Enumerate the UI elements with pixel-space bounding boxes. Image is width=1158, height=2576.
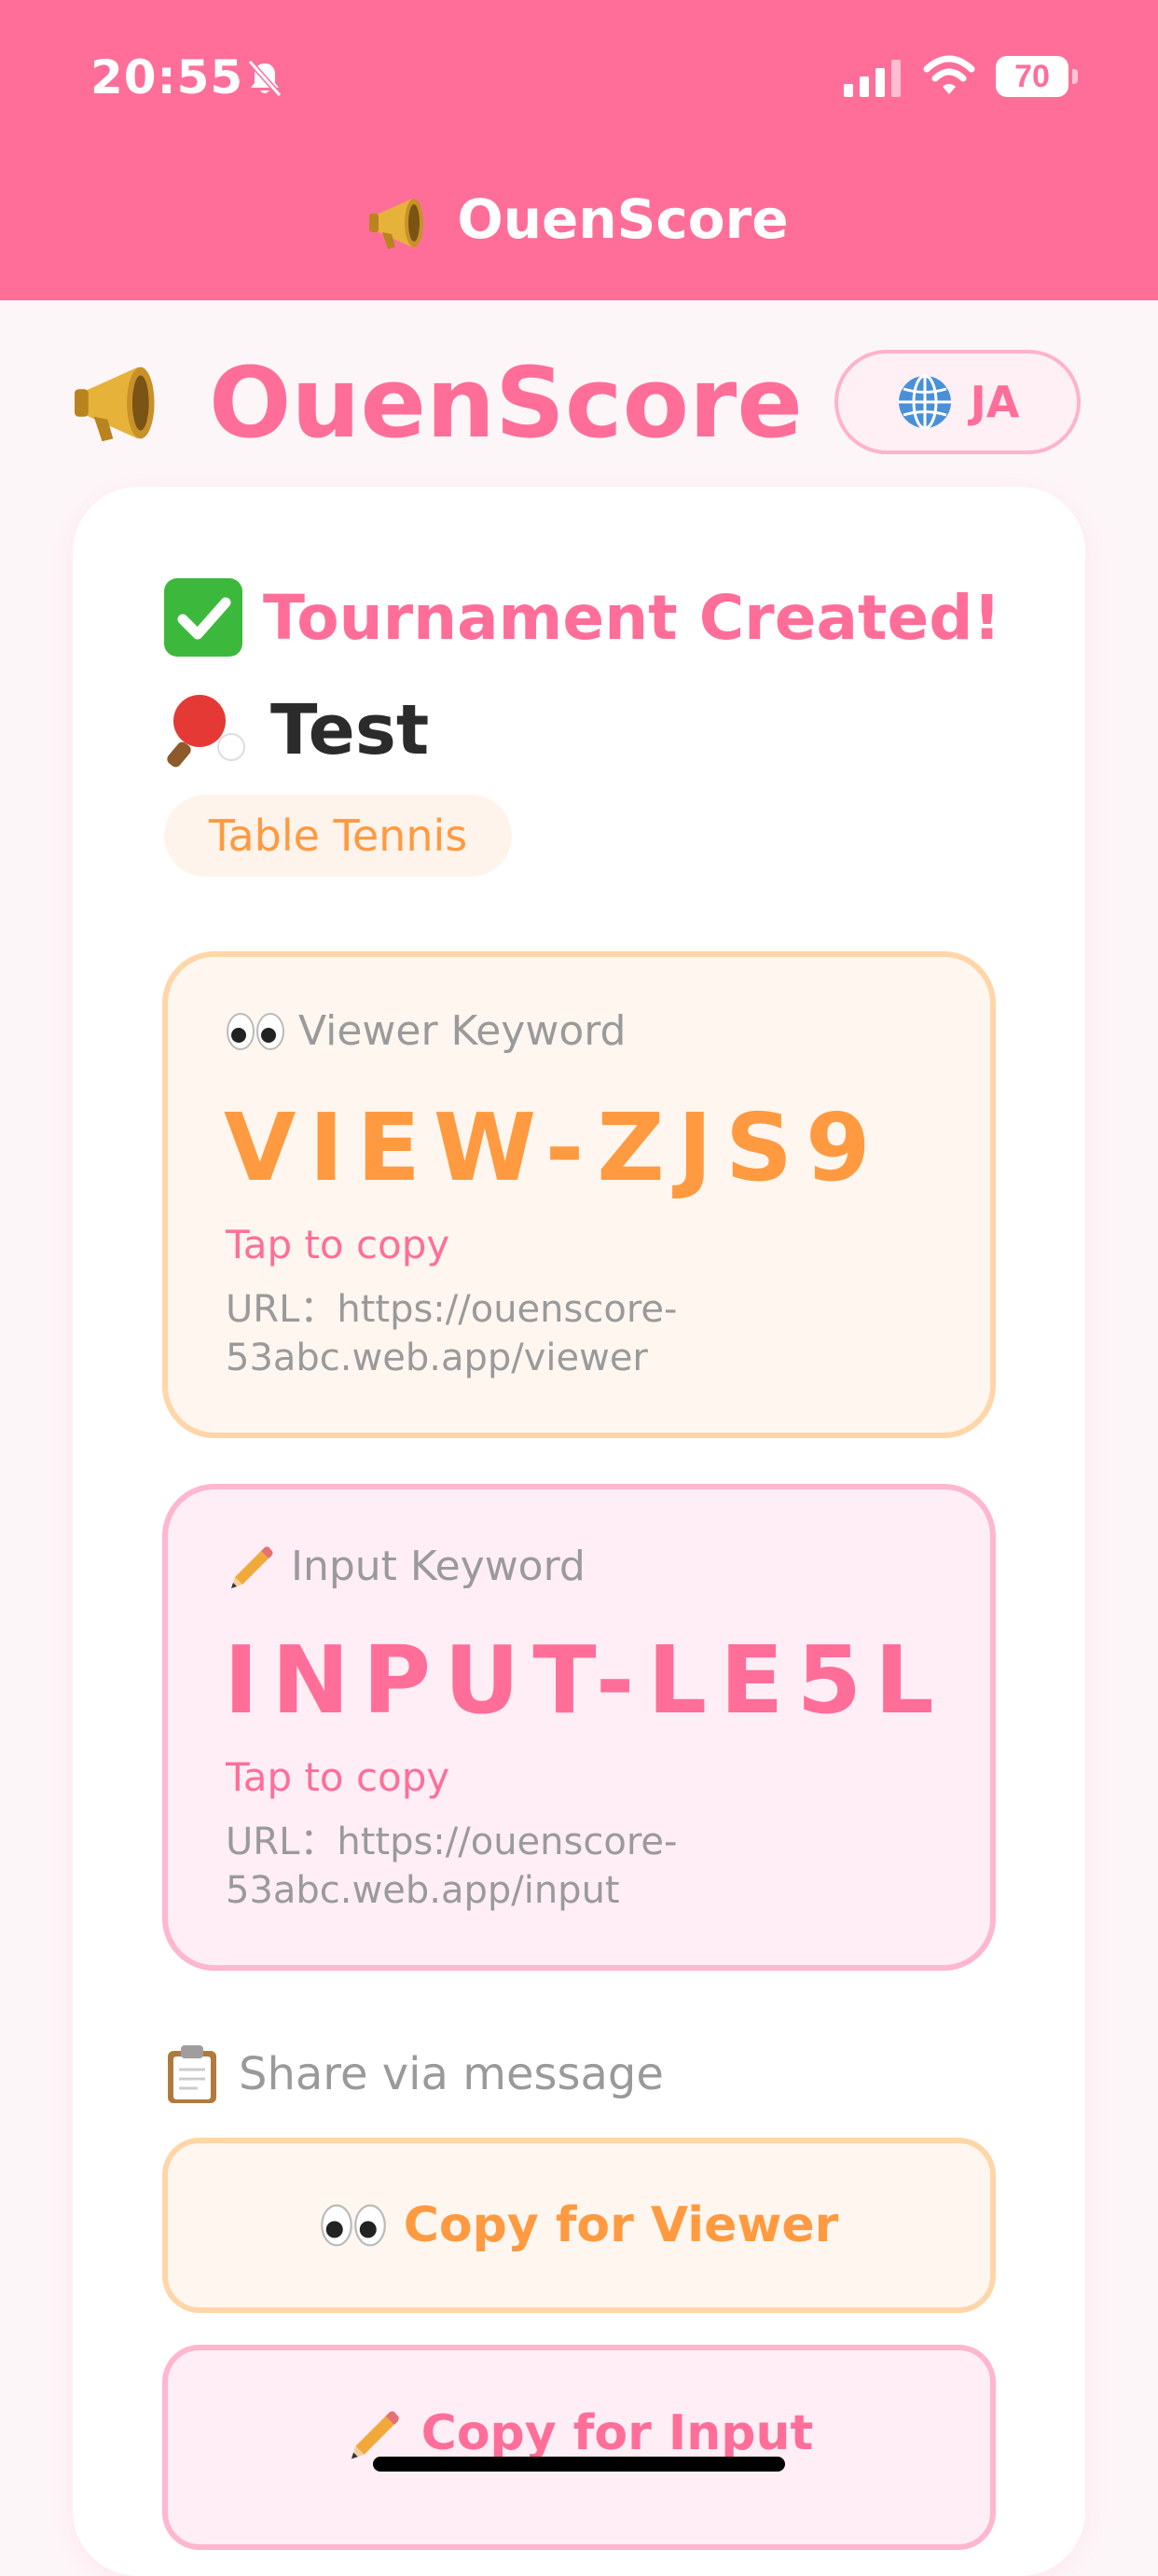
viewer-url: URL：https://​ouenscore-53abc.web.app/vie… xyxy=(226,1288,678,1379)
home-indicator[interactable] xyxy=(373,2457,785,2472)
copy-for-viewer-label: Copy for Viewer xyxy=(403,2197,839,2253)
pencil-icon xyxy=(351,2411,399,2459)
brand-title: OuenScore xyxy=(209,346,803,460)
input-keyword-code: INPUT-LE5L xyxy=(224,1626,947,1735)
clipboard-icon xyxy=(168,2045,216,2103)
wifi-icon xyxy=(923,55,975,94)
copy-for-input-button[interactable]: Copy for Input xyxy=(162,2345,996,2550)
input-keyword-label: Input Keyword xyxy=(226,1540,586,1592)
viewer-keyword-title: Viewer Keyword xyxy=(298,1007,627,1055)
nav-title-text: OuenScore xyxy=(457,187,789,251)
battery-icon: 70 xyxy=(996,56,1080,97)
tournament-name: Test xyxy=(270,690,430,770)
share-label: Share via message xyxy=(239,2048,664,2100)
input-url: URL：https://​ouenscore-53abc.web.app/inp… xyxy=(226,1821,678,1912)
check-mark-icon xyxy=(164,578,242,657)
language-label: JA xyxy=(970,377,1020,427)
sport-badge: Table Tennis xyxy=(164,795,513,877)
input-keyword-card[interactable]: Input Keyword INPUT-LE5L Tap to copy URL… xyxy=(162,1484,996,1971)
globe-icon xyxy=(898,374,951,430)
copy-for-viewer-button[interactable]: Copy for Viewer xyxy=(162,2138,996,2313)
table-tennis-icon xyxy=(167,695,245,768)
viewer-tap-to-copy: Tap to copy xyxy=(226,1222,450,1267)
eyes-icon xyxy=(320,2204,386,2247)
created-title: Tournament Created! xyxy=(263,581,1001,654)
input-tap-to-copy: Tap to copy xyxy=(226,1754,450,1800)
status-time: 20:55 xyxy=(90,50,244,104)
share-heading: Share via message xyxy=(164,2037,664,2112)
input-keyword-title: Input Keyword xyxy=(291,1542,586,1590)
megaphone-logo-icon xyxy=(75,367,155,442)
viewer-keyword-code: VIEW-ZJS9 xyxy=(224,1093,884,1202)
nav-title: OuenScore xyxy=(0,177,1158,261)
created-heading: Tournament Created! xyxy=(164,576,1001,658)
megaphone-icon xyxy=(369,198,424,249)
pencil-icon xyxy=(231,1546,273,1588)
eyes-icon xyxy=(227,1012,284,1050)
bell-muted-icon xyxy=(247,60,283,97)
signal-icon xyxy=(844,60,901,97)
viewer-keyword-card[interactable]: Viewer Keyword VIEW-ZJS9 Tap to copy URL… xyxy=(162,951,996,1438)
top-bar: 20:55 70 OuenScore xyxy=(0,0,1158,300)
battery-level: 70 xyxy=(996,56,1068,97)
language-toggle-button[interactable]: JA xyxy=(834,350,1081,454)
copy-for-input-label: Copy for Input xyxy=(420,2405,814,2461)
tournament-name-row: Test xyxy=(164,688,429,772)
viewer-keyword-label: Viewer Keyword xyxy=(226,1007,626,1055)
